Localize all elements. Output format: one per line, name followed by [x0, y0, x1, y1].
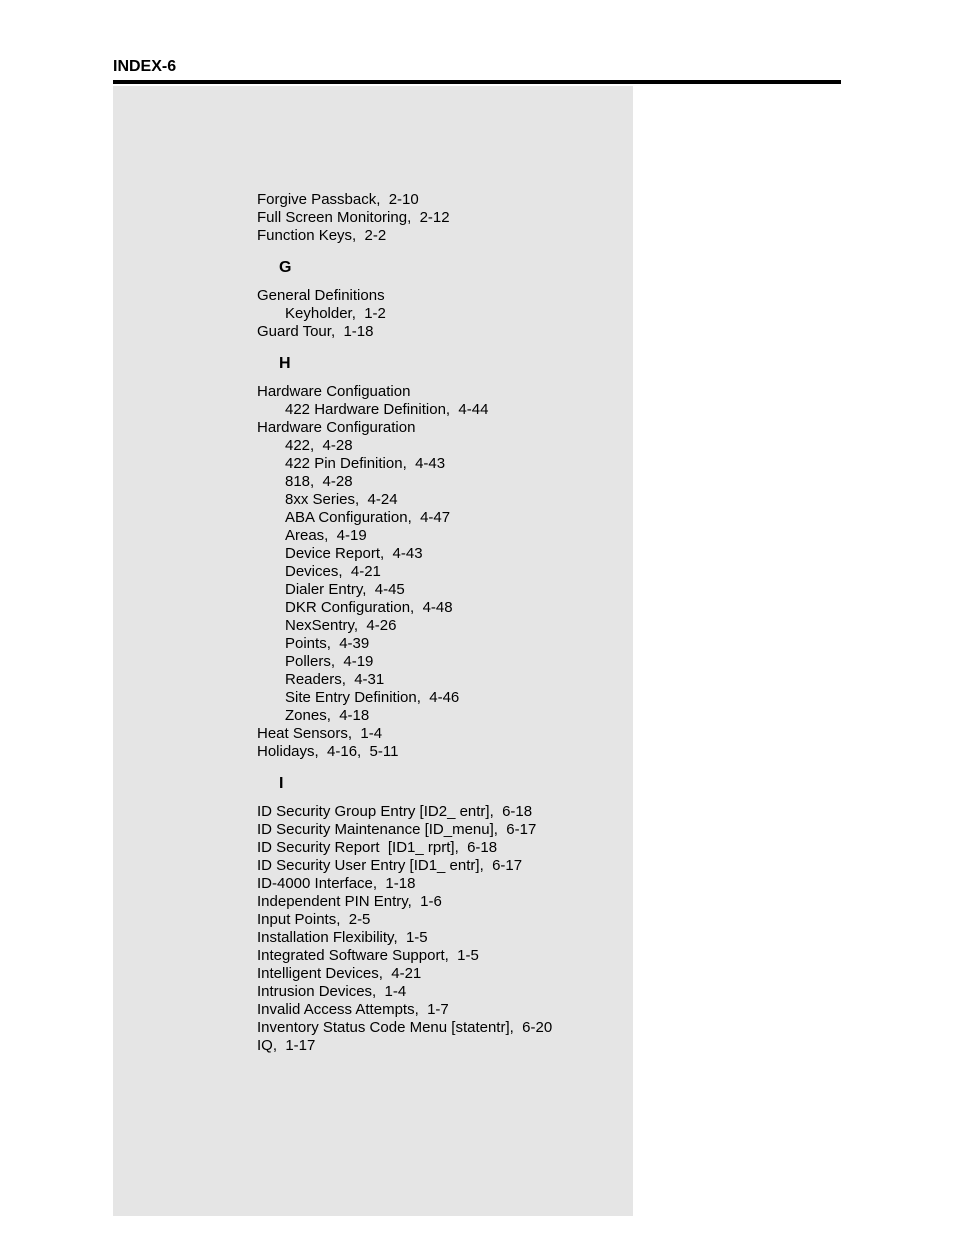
- index-subentry: Pollers, 4-19: [257, 653, 707, 671]
- index-entry: Inventory Status Code Menu [statentr], 6…: [257, 1019, 707, 1037]
- index-entry: Installation Flexibility, 1-5: [257, 929, 707, 947]
- index-entry: Holidays, 4-16, 5-11: [257, 743, 707, 761]
- index-entry: ID Security User Entry [ID1_ entr], 6-17: [257, 857, 707, 875]
- index-entry: Function Keys, 2-2: [257, 227, 707, 245]
- index-subentry: 422 Hardware Definition, 4-44: [257, 401, 707, 419]
- index-subentry: 8xx Series, 4-24: [257, 491, 707, 509]
- index-entry: Intrusion Devices, 1-4: [257, 983, 707, 1001]
- index-subentry: Zones, 4-18: [257, 707, 707, 725]
- index-entry: Forgive Passback, 2-10: [257, 191, 707, 209]
- index-entry: Guard Tour, 1-18: [257, 323, 707, 341]
- index-entry: General Definitions: [257, 287, 707, 305]
- index-entry: Input Points, 2-5: [257, 911, 707, 929]
- index-subentry: Areas, 4-19: [257, 527, 707, 545]
- section-letter-g: G: [257, 259, 707, 277]
- index-subentry: 422 Pin Definition, 4-43: [257, 455, 707, 473]
- index-entry: ID Security Report [ID1_ rprt], 6-18: [257, 839, 707, 857]
- index-subentry: Points, 4-39: [257, 635, 707, 653]
- index-entry: Heat Sensors, 1-4: [257, 725, 707, 743]
- index-subentry: Device Report, 4-43: [257, 545, 707, 563]
- index-entry: ID Security Group Entry [ID2_ entr], 6-1…: [257, 803, 707, 821]
- index-entry: ID-4000 Interface, 1-18: [257, 875, 707, 893]
- index-entry: Independent PIN Entry, 1-6: [257, 893, 707, 911]
- page-header-label: INDEX-6: [113, 58, 176, 76]
- index-entry: Hardware Configuation: [257, 383, 707, 401]
- section-h-block: Hardware Configuation 422 Hardware Defin…: [257, 383, 707, 761]
- index-entry: ID Security Maintenance [ID_menu], 6-17: [257, 821, 707, 839]
- index-entry: Integrated Software Support, 1-5: [257, 947, 707, 965]
- index-entry: IQ, 1-17: [257, 1037, 707, 1055]
- index-entry: Full Screen Monitoring, 2-12: [257, 209, 707, 227]
- index-subentry: Readers, 4-31: [257, 671, 707, 689]
- section-i-block: ID Security Group Entry [ID2_ entr], 6-1…: [257, 803, 707, 1055]
- index-subentry: 818, 4-28: [257, 473, 707, 491]
- section-letter-i: I: [257, 775, 707, 793]
- index-entry: Invalid Access Attempts, 1-7: [257, 1001, 707, 1019]
- index-subentry: Keyholder, 1-2: [257, 305, 707, 323]
- index-entry: Intelligent Devices, 4-21: [257, 965, 707, 983]
- section-letter-h: H: [257, 355, 707, 373]
- index-subentry: ABA Configuration, 4-47: [257, 509, 707, 527]
- index-subentry: Dialer Entry, 4-45: [257, 581, 707, 599]
- pre-section-block: Forgive Passback, 2-10 Full Screen Monit…: [257, 191, 707, 245]
- section-g-block: General Definitions Keyholder, 1-2 Guard…: [257, 287, 707, 341]
- index-subentry: Site Entry Definition, 4-46: [257, 689, 707, 707]
- index-entry: Hardware Configuration: [257, 419, 707, 437]
- index-subentry: DKR Configuration, 4-48: [257, 599, 707, 617]
- index-subentry: Devices, 4-21: [257, 563, 707, 581]
- header-rule: [113, 80, 841, 84]
- index-subentry: NexSentry, 4-26: [257, 617, 707, 635]
- index-content: Forgive Passback, 2-10 Full Screen Monit…: [257, 191, 707, 1055]
- index-subentry: 422, 4-28: [257, 437, 707, 455]
- page: INDEX-6 Forgive Passback, 2-10 Full Scre…: [0, 0, 954, 1235]
